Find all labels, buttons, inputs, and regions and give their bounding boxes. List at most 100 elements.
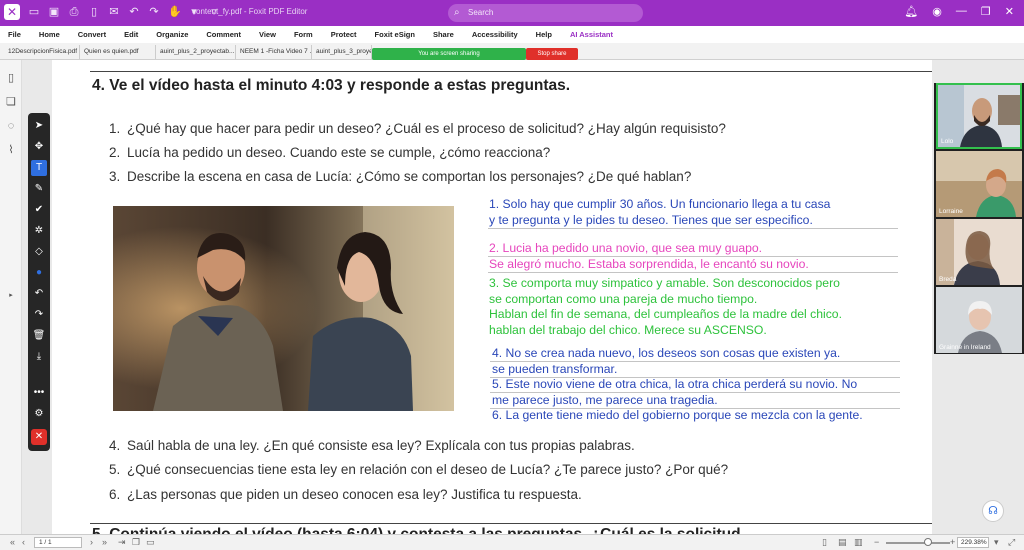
menu-help[interactable]: Help <box>536 30 552 39</box>
minimize-icon[interactable]: — <box>956 5 967 18</box>
zoom-in-icon[interactable]: + <box>950 537 955 547</box>
trash-icon[interactable]: 🗑︎ <box>31 328 47 344</box>
undo-icon[interactable]: ↶ <box>128 6 140 18</box>
menu-file[interactable]: File <box>8 30 21 39</box>
tab-document[interactable]: 12DescripcionFisica.pdf <box>4 45 80 59</box>
undo-icon[interactable]: ↶ <box>31 286 47 302</box>
restore-icon[interactable]: ❐ <box>981 5 991 18</box>
answer-3: 3. Se comporta muy simpatico y amable. S… <box>489 276 842 337</box>
redo-icon[interactable]: ↷ <box>148 6 160 18</box>
participant-name: Grainne in Ireland <box>939 344 991 351</box>
answer-underline <box>488 272 898 273</box>
participant-tile[interactable]: Grainne in Ireland <box>936 287 1022 353</box>
menu-form[interactable]: Form <box>294 30 313 39</box>
pages-icon[interactable]: ❏ <box>5 96 17 108</box>
text-tool-icon[interactable]: T <box>31 160 47 176</box>
prev-page-icon[interactable]: ‹ <box>22 537 25 547</box>
status-bar: « ‹ 1 / 1 › » ⇥ ❐ ▭ ▯ ▤ ▥ − + 229.38% ▾ … <box>0 534 1024 550</box>
left-sidebar: ▯ ❏ ◌ ⌇ ▸ <box>0 60 22 534</box>
divider <box>90 523 932 524</box>
answer-underline <box>490 392 900 393</box>
menu-share[interactable]: Share <box>433 30 454 39</box>
menu-foxit-esign[interactable]: Foxit eSign <box>375 30 415 39</box>
menu-bar: File Home Convert Edit Organize Comment … <box>0 26 1024 43</box>
help-headset-icon[interactable]: ☊ <box>982 500 1004 522</box>
copy-icon[interactable]: ❐ <box>132 537 140 548</box>
last-page-icon[interactable]: » <box>102 537 107 547</box>
account-icon[interactable]: ◉ <box>932 5 942 18</box>
expand-panel-icon[interactable]: ▸ <box>5 290 17 302</box>
folder-icon[interactable]: ▭ <box>28 6 40 18</box>
fullscreen-icon[interactable]: ⤢ <box>1008 537 1015 548</box>
tab-document[interactable]: NEEM 1 -Ficha Video 7 ... <box>236 45 312 59</box>
bell-icon[interactable]: 🔔︎ <box>904 5 918 18</box>
participant-tile[interactable]: Lorraine <box>936 151 1022 217</box>
zoom-level-input[interactable]: 229.38% <box>957 537 989 548</box>
menu-ai-assistant[interactable]: AI Assistant <box>570 30 613 39</box>
answer-1: 1. Solo hay que cumplir 30 años. Un func… <box>489 197 831 227</box>
continuous-page-icon[interactable]: ▤ <box>838 537 847 548</box>
participant-name: Lorraine <box>939 208 963 215</box>
pdf-page: 4. Ve el vídeo hasta el minuto 4:03 y re… <box>52 60 932 534</box>
zoom-slider[interactable] <box>886 542 950 544</box>
move-icon[interactable]: ✥ <box>31 139 47 155</box>
redo-icon[interactable]: ↷ <box>31 307 47 323</box>
color-picker-icon[interactable]: ● <box>31 265 47 281</box>
menu-organize[interactable]: Organize <box>156 30 188 39</box>
download-icon[interactable]: ⤓ <box>31 349 47 365</box>
hand-tool-icon[interactable]: ✋ <box>168 6 182 18</box>
checkmark-icon[interactable]: ✔ <box>31 202 47 218</box>
menu-convert[interactable]: Convert <box>78 30 106 39</box>
menu-home[interactable]: Home <box>39 30 60 39</box>
menu-edit[interactable]: Edit <box>124 30 138 39</box>
first-page-icon[interactable]: « <box>10 537 15 547</box>
attachment-icon[interactable]: ⌇ <box>5 144 17 156</box>
menu-comment[interactable]: Comment <box>206 30 241 39</box>
menu-protect[interactable]: Protect <box>331 30 357 39</box>
menu-accessibility[interactable]: Accessibility <box>472 30 518 39</box>
menu-view[interactable]: View <box>259 30 276 39</box>
zoom-out-icon[interactable]: − <box>874 537 879 547</box>
save-icon[interactable]: ▣ <box>48 6 60 18</box>
next-section-heading: 5. Continúa viendo el vídeo (hasta 6:04)… <box>92 526 754 534</box>
close-toolbar-icon[interactable]: ✕ <box>31 429 47 445</box>
eraser-icon[interactable]: ◇ <box>31 244 47 260</box>
tab-document[interactable]: auint_plus_2_proyectab... <box>156 45 236 59</box>
search-icon: ⌕ <box>454 7 460 18</box>
print-icon[interactable]: ⎙ <box>68 6 80 18</box>
close-icon[interactable]: ✕ <box>1005 5 1014 18</box>
answer-6: 6. La gente tiene miedo del gobierno por… <box>492 408 863 422</box>
page-number-input[interactable]: 1 / 1 <box>34 537 82 548</box>
stop-share-button[interactable]: Stop share <box>526 48 578 60</box>
tab-document[interactable]: auint_plus_3_proyec <box>312 45 372 59</box>
divider <box>90 71 932 72</box>
video-participants-panel: Lolo Lorraine Breda Grainne in Ireland <box>934 83 1024 354</box>
tab-document[interactable]: Quien es quien.pdf <box>80 45 156 59</box>
bookmark-icon[interactable]: ▯ <box>5 72 17 84</box>
settings-icon[interactable]: ⚙ <box>31 406 47 422</box>
zoom-slider-handle[interactable] <box>924 538 932 546</box>
stamp-icon[interactable]: ✲ <box>31 223 47 239</box>
screen-sharing-banner: You are screen sharing <box>372 48 526 60</box>
more-icon[interactable]: ••• <box>31 385 47 401</box>
page-icon[interactable]: ▯ <box>88 6 100 18</box>
email-icon[interactable]: ✉ <box>108 6 120 18</box>
section-heading: 4. Ve el vídeo hasta el minuto 4:03 y re… <box>92 77 571 94</box>
search-input[interactable]: ⌕ Search <box>448 4 643 22</box>
display-mode-icon[interactable]: ▭ <box>146 537 155 548</box>
participant-tile[interactable]: Breda <box>936 219 1022 285</box>
question: 4. Saúl habla de una ley. ¿En qué consist… <box>109 438 635 453</box>
two-page-icon[interactable]: ▥ <box>854 537 863 548</box>
comments-icon[interactable]: ◌ <box>5 120 17 132</box>
participant-tile[interactable]: Lolo <box>936 83 1022 149</box>
pen-icon[interactable]: ✎ <box>31 181 47 197</box>
answer-underline <box>490 361 900 362</box>
fit-page-icon[interactable]: ⇥ <box>118 537 126 548</box>
question: 5. ¿Qué consecuencias tiene esta ley en r… <box>109 462 729 477</box>
single-page-icon[interactable]: ▯ <box>822 537 827 548</box>
video-still-image <box>113 206 454 411</box>
select-arrow-icon[interactable]: ➤ <box>31 118 47 134</box>
search-placeholder: Search <box>468 8 494 17</box>
chevron-down-icon[interactable]: ▾ <box>994 537 999 548</box>
next-page-icon[interactable]: › <box>90 537 93 547</box>
